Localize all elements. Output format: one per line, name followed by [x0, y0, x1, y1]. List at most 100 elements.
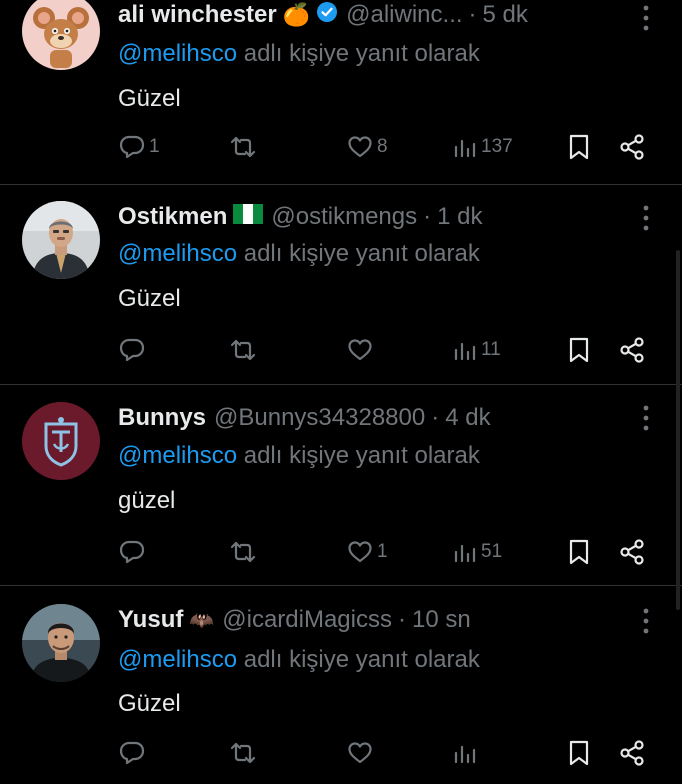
mention-link[interactable]: @melihsco — [118, 240, 237, 267]
scrollbar[interactable] — [676, 250, 680, 610]
retweet-button[interactable] — [228, 335, 261, 365]
replying-to-label: adlı kişiye yanıt olarak — [237, 442, 480, 469]
separator-dot: · — [431, 404, 440, 431]
tweet-reply[interactable]: ali winchester 🍊 @aliwinc... · 5 dk @mel… — [0, 0, 682, 184]
like-count: 8 — [377, 136, 388, 157]
timestamp[interactable]: 1 dk — [437, 203, 482, 231]
separator-dot: · — [468, 1, 477, 28]
avatar[interactable] — [22, 0, 100, 70]
bookmark-button[interactable] — [566, 537, 592, 567]
tweet-text: Güzel — [118, 85, 181, 112]
tweet-header: Yusuf 🦇 @icardiMagicss · 10 sn — [118, 602, 471, 638]
share-icon — [620, 539, 644, 565]
football-player-icon — [22, 604, 100, 682]
replying-to: @melihsco adlı kişiye yanıt olarak — [118, 442, 480, 470]
tweet-text: Güzel — [118, 690, 181, 717]
views-button[interactable] — [452, 738, 481, 768]
user-handle[interactable]: @Bunnys34328800 — [214, 404, 425, 432]
replying-to: @melihsco adlı kişiye yanıt olarak — [118, 240, 480, 268]
tweet-header: Bunnys @Bunnys34328800 · 4 dk — [118, 400, 491, 436]
avatar[interactable] — [22, 604, 100, 682]
bookmark-icon — [569, 740, 589, 766]
timestamp[interactable]: 10 sn — [412, 606, 471, 634]
tweet-reply[interactable]: Ostikmen @ostikmengs · 1 dk @melihsco ad… — [0, 185, 682, 384]
tweet-header: Ostikmen @ostikmengs · 1 dk — [118, 199, 483, 235]
mention-link[interactable]: @melihsco — [118, 442, 237, 469]
replying-to: @melihsco adlı kişiye yanıt olarak — [118, 40, 480, 68]
heart-icon — [348, 541, 372, 563]
reply-button[interactable] — [118, 537, 149, 567]
display-name[interactable]: ali winchester — [118, 1, 277, 29]
mention-link[interactable]: @melihsco — [118, 646, 237, 673]
display-name[interactable]: Bunnys — [118, 404, 206, 432]
timestamp[interactable]: 4 dk — [445, 404, 490, 432]
retweet-icon — [230, 541, 256, 563]
replying-to-label: adlı kişiye yanıt olarak — [237, 646, 480, 673]
heart-icon — [348, 136, 372, 158]
bookmark-button[interactable] — [566, 335, 592, 365]
cartoon-mouse-icon — [22, 0, 100, 70]
display-name[interactable]: Yusuf — [118, 606, 183, 634]
share-button[interactable] — [618, 335, 646, 365]
mention-link[interactable]: @melihsco — [118, 40, 237, 67]
reply-count: 1 — [149, 136, 160, 157]
tweet-text: güzel — [118, 487, 176, 514]
like-button[interactable] — [346, 335, 377, 365]
trabzonspor-logo-icon — [22, 402, 100, 480]
reply-button[interactable] — [118, 335, 149, 365]
nigeria-flag-icon — [233, 203, 264, 231]
separator-dot: · — [423, 203, 432, 230]
share-button[interactable] — [618, 537, 646, 567]
tweet-reply[interactable]: Yusuf 🦇 @icardiMagicss · 10 sn @melihsco… — [0, 586, 682, 784]
tweet-header: ali winchester 🍊 @aliwinc... · 5 dk — [118, 0, 528, 33]
more-options-icon[interactable] — [636, 203, 656, 233]
more-options-icon[interactable] — [636, 403, 656, 433]
more-options-icon[interactable] — [636, 606, 656, 636]
emoji-badge: 🍊 — [282, 2, 311, 27]
bookmark-icon — [569, 337, 589, 363]
share-button[interactable] — [618, 738, 646, 768]
bookmark-button[interactable] — [566, 132, 592, 162]
view-count: 11 — [481, 339, 501, 360]
avatar[interactable] — [22, 402, 100, 480]
retweet-button[interactable] — [228, 537, 261, 567]
views-button[interactable]: 11 — [452, 335, 501, 365]
views-bar-chart-icon — [454, 544, 476, 563]
avatar[interactable] — [22, 201, 100, 279]
timestamp[interactable]: 5 dk — [483, 1, 528, 29]
reply-icon — [119, 741, 145, 765]
user-handle[interactable]: @icardiMagicss — [222, 606, 392, 634]
like-button[interactable]: 1 — [346, 537, 388, 567]
replying-to-label: adlı kişiye yanıt olarak — [237, 240, 480, 267]
tweet-actions — [118, 738, 658, 768]
user-handle[interactable]: @aliwinc... — [346, 1, 462, 29]
tweet-text: Güzel — [118, 285, 181, 312]
replying-to-label: adlı kişiye yanıt olarak — [237, 40, 480, 67]
reply-button[interactable] — [118, 738, 149, 768]
reply-icon — [119, 135, 145, 159]
views-button[interactable]: 51 — [452, 537, 502, 567]
tweet-actions: 1 51 — [118, 537, 658, 567]
heart-icon — [348, 742, 372, 764]
like-button[interactable] — [346, 738, 377, 768]
like-button[interactable]: 8 — [346, 132, 388, 162]
reply-button[interactable]: 1 — [118, 132, 160, 162]
display-name[interactable]: Ostikmen — [118, 203, 227, 231]
views-bar-chart-icon — [454, 139, 476, 158]
share-icon — [620, 134, 644, 160]
retweet-button[interactable] — [228, 738, 261, 768]
verified-icon — [316, 1, 338, 30]
view-count: 51 — [481, 541, 503, 562]
man-in-suit-icon — [22, 201, 100, 279]
bat-emoji: 🦇 — [189, 609, 215, 632]
views-button[interactable]: 137 — [452, 132, 513, 162]
tweet-reply[interactable]: Bunnys @Bunnys34328800 · 4 dk @melihsco … — [0, 385, 682, 585]
like-count: 1 — [377, 541, 388, 562]
retweet-button[interactable] — [228, 132, 261, 162]
retweet-icon — [230, 136, 256, 158]
share-button[interactable] — [618, 132, 646, 162]
views-bar-chart-icon — [454, 342, 476, 361]
more-options-icon[interactable] — [636, 3, 656, 33]
bookmark-button[interactable] — [566, 738, 592, 768]
user-handle[interactable]: @ostikmengs — [271, 203, 417, 231]
